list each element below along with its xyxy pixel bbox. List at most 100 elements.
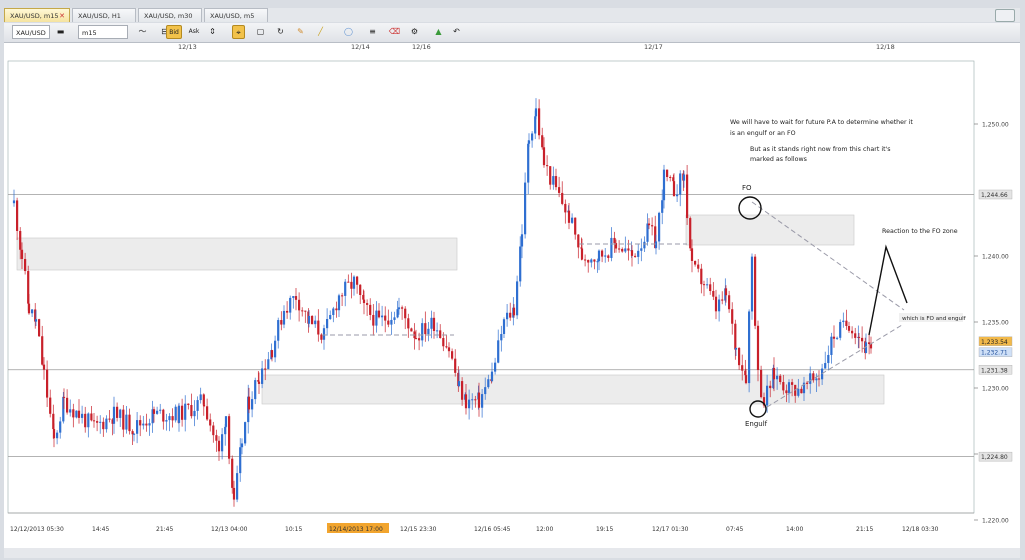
candle-body: [471, 399, 474, 401]
tab-xauusd-m5[interactable]: XAU/USD, m5: [204, 8, 268, 22]
candle-body: [669, 177, 672, 179]
x-tick-label: 12/12/2013 05:30: [10, 526, 64, 533]
refresh-icon[interactable]: ↻: [274, 25, 287, 39]
candle-body: [289, 297, 292, 313]
undo-icon[interactable]: ↶: [450, 25, 463, 39]
candle-body: [842, 320, 845, 323]
candle-body: [384, 315, 387, 321]
candle-body: [564, 203, 567, 213]
tab-label: XAU/USD, H1: [78, 12, 121, 20]
bid-button[interactable]: Bid: [166, 25, 182, 39]
x-tick-label: 12/18 03:30: [902, 526, 939, 533]
candle-body: [171, 416, 174, 421]
settings-icon[interactable]: ⚙: [408, 25, 421, 39]
x-tick-label: 21:45: [156, 526, 173, 533]
candle-body: [724, 288, 728, 296]
candle-body: [390, 319, 393, 325]
candle-body: [738, 347, 741, 366]
candle-body: [209, 419, 212, 426]
candle-body: [744, 375, 748, 384]
candle-body: [239, 447, 242, 474]
candle-body: [442, 338, 445, 347]
candle-body: [202, 404, 206, 407]
candle-body: [387, 320, 390, 325]
candle-body: [132, 433, 136, 435]
timeframe-select[interactable]: m15: [78, 25, 128, 39]
price-tag-label: 1,224.80: [981, 454, 1008, 461]
price-chart[interactable]: 1,250.001,240.001,235.001,230.001,225.00…: [4, 55, 1020, 548]
candle-body: [251, 399, 254, 410]
candle-body: [116, 406, 119, 418]
candle-body: [558, 187, 561, 193]
candle-body: [782, 382, 785, 391]
shape-tool-icon[interactable]: ◯: [342, 25, 355, 39]
candle-body: [512, 307, 516, 316]
candle-body: [421, 323, 424, 341]
candle-body: [294, 296, 298, 300]
pencil-icon[interactable]: ✎: [294, 25, 307, 39]
candle-body: [634, 255, 637, 257]
close-icon[interactable]: ✕: [59, 9, 65, 23]
candle-body: [672, 181, 676, 197]
scale-icon[interactable]: ⇕: [206, 25, 219, 39]
candle-body: [196, 400, 199, 411]
candle-body: [520, 234, 524, 247]
date-marker-bar: 12/13 12/14 12/16 12/17 12/18: [4, 43, 1020, 55]
template-icon[interactable]: ▢: [254, 25, 267, 39]
candle-body: [267, 359, 270, 369]
candle-body: [654, 241, 658, 249]
candle-body: [787, 382, 791, 394]
candle-body: [439, 330, 442, 339]
candle-body: [254, 380, 257, 400]
chart-canvas: 1,250.001,240.001,235.001,230.001,225.00…: [7, 60, 1013, 533]
signals-icon[interactable]: ▲: [432, 25, 445, 39]
indicators-icon[interactable]: 〜: [136, 25, 149, 39]
candle-body: [868, 342, 871, 345]
candle-body: [509, 312, 512, 318]
candle-body: [587, 259, 590, 263]
candle-body: [827, 354, 830, 364]
window-restore-button[interactable]: [995, 9, 1015, 22]
candle-body: [292, 296, 295, 298]
x-tick-label: 10:15: [285, 526, 302, 533]
tab-label: XAU/USD, m15: [10, 12, 59, 20]
which-label: which is FO and engulf: [902, 316, 967, 322]
candle-body: [81, 413, 84, 418]
candle-body: [546, 165, 549, 167]
candle-body: [136, 420, 139, 434]
ask-button[interactable]: Ask: [186, 25, 202, 39]
line-tool-icon[interactable]: ╱: [314, 25, 327, 39]
x-tick-label: 14:45: [92, 526, 109, 533]
candle-body: [561, 192, 564, 204]
y-tick-label: 1,250.00: [982, 122, 1009, 129]
candle-body: [314, 320, 317, 325]
candle-body: [341, 295, 344, 297]
candle-body: [362, 299, 366, 304]
candle-body: [574, 217, 577, 235]
candle-body: [228, 416, 231, 459]
tab-xauusd-m30[interactable]: XAU/USD, m30: [138, 8, 202, 22]
candle-body: [624, 248, 627, 252]
candle-body: [66, 397, 69, 413]
candle-body: [184, 403, 187, 420]
candle-body: [181, 405, 184, 420]
fibonacci-icon[interactable]: ≡: [366, 25, 379, 39]
candle-body: [689, 218, 692, 249]
price-zone: [16, 237, 458, 271]
candle-body: [785, 390, 788, 394]
candle-body: [59, 421, 62, 433]
symbol-select[interactable]: XAU/USD: [12, 25, 50, 39]
candle-body: [474, 399, 477, 401]
tab-xauusd-h1[interactable]: XAU/USD, H1: [72, 8, 136, 22]
candle-body: [861, 337, 864, 342]
tab-xauusd-m15[interactable]: XAU/USD, m15 ✕: [4, 8, 70, 22]
candle-body: [286, 310, 289, 313]
candle-body: [77, 410, 81, 418]
candle-body: [277, 320, 280, 341]
chart-type-icon[interactable]: ▬: [54, 25, 67, 39]
candle-body: [27, 303, 31, 314]
eraser-icon[interactable]: ⌫: [388, 25, 401, 39]
chart-tab-bar: XAU/USD, m15 ✕ XAU/USD, H1 XAU/USD, m30 X…: [4, 8, 1020, 22]
candle-body: [264, 368, 267, 370]
crosshair-icon[interactable]: ⌖: [232, 25, 245, 39]
